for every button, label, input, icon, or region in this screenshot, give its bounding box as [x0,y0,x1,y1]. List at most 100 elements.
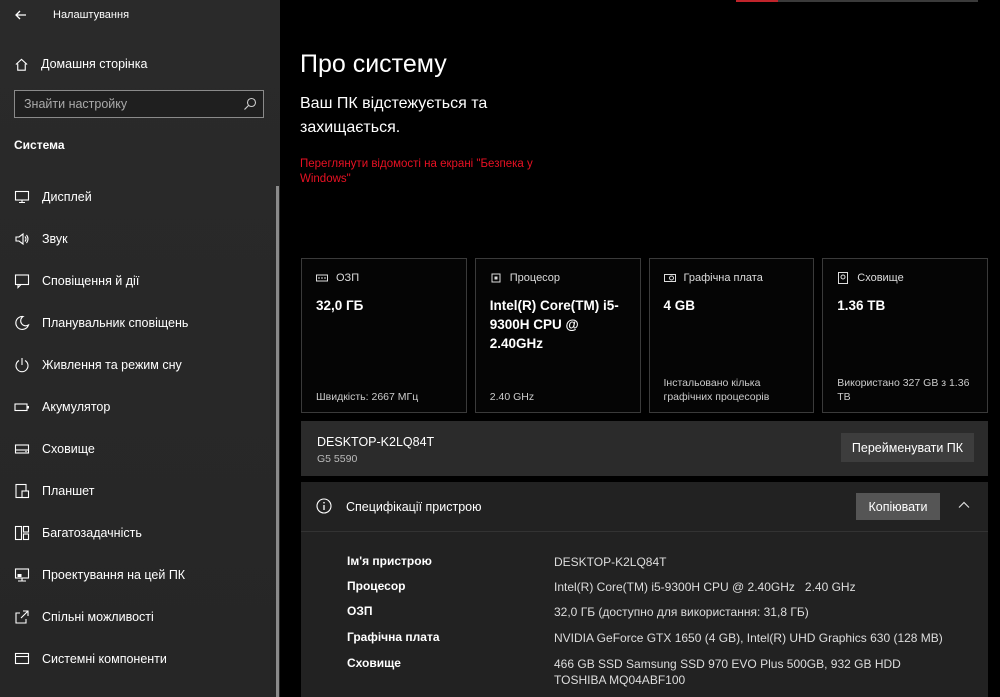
chevron-up-icon[interactable] [957,498,971,512]
window-accent-bar-dark [778,0,978,2]
search-input[interactable] [15,91,253,117]
device-specs-panel: Специфікації пристрою Копіювати Ім'я при… [301,482,988,697]
info-icon [316,498,332,514]
protection-status: Ваш ПК відстежується та захищається. [300,95,488,136]
spec-key: ОЗП [347,604,373,618]
sidebar-item-display[interactable]: Дисплей [0,176,270,218]
storage-icon [14,444,30,454]
card-value: Intel(R) Core(TM) i5-9300H CPU @ 2.40GHz [489,298,619,351]
spec-value: DESKTOP-K2LQ84T [554,555,667,569]
card-title: Графічна плата [683,272,763,284]
gpu-icon [663,274,676,282]
page-title: Про систему [300,50,447,78]
sidebar-item-label: Багатозадачність [42,526,142,540]
spec-value: 466 GB SSD Samsung SSD 970 EVO Plus 500G… [554,657,901,687]
projection-icon [14,568,30,582]
sidebar-item-label: Планшет [42,484,95,498]
card-footer: Швидкість: 2667 МГц [316,391,419,403]
copy-button[interactable]: Копіювати [856,493,940,520]
components-icon [14,652,30,665]
card-value: 1.36 TB [837,298,886,313]
sidebar-item-tablet[interactable]: Планшет [0,470,270,512]
sidebar-item-projecting[interactable]: Проектування на цей ПК [0,554,270,596]
title-bar: Налаштування [0,0,280,30]
speaker-icon [15,232,29,246]
multitask-icon [14,525,30,541]
card-footer: 2.40 GHz [489,391,535,403]
rename-pc-button[interactable]: Перейменувати ПК [841,433,974,462]
card-title: Процесор [509,272,561,284]
shared-icon [15,610,29,624]
battery-icon [14,403,29,412]
card-value: 32,0 ГБ [316,298,364,313]
search-box[interactable] [14,90,264,118]
sidebar-item-label: Проектування на цей ПК [42,568,186,582]
sidebar-item-label: Спільні можливості [42,610,154,624]
sidebar-item-multitasking[interactable]: Багатозадачність [0,512,270,554]
pc-name-panel: DESKTOP-K2LQ84T G5 5590 Перейменувати ПК [301,421,988,476]
card-header: Графічна плата [663,272,763,284]
spec-key: Сховище [347,656,401,670]
section-title: Система [14,138,65,152]
sidebar-item-label: Системні компоненти [42,652,167,666]
window-accent-bar [736,0,778,2]
sidebar-item-focus-assist[interactable]: Планувальник сповіщень [0,302,270,344]
ram-icon [316,274,328,282]
spec-key: Графічна плата [347,630,440,644]
sidebar-item-label: Сховище [42,442,95,456]
display-icon [14,190,30,204]
card-processor: Процесор Intel(R) Core(TM) i5-9300H CPU … [474,258,641,413]
spec-key: Ім'я пристрою [347,554,432,568]
power-icon [15,358,29,373]
card-ram: ОЗП 32,0 ГБ Швидкість: 2667 МГц [301,258,467,413]
card-footer: Інстальовано кілька графічних процесорів [663,377,770,403]
sidebar-item-label: Живлення та режим сну [42,358,182,372]
search-icon[interactable] [243,97,257,111]
device-name: DESKTOP-K2LQ84T [317,435,435,449]
card-graphics: Графічна плата 4 GB Інстальовано кілька … [648,258,815,413]
sidebar-item-label: Планувальник сповіщень [42,316,189,330]
sidebar-item-sound[interactable]: Звук [0,218,270,260]
sidebar: Налаштування Домашня сторінка Система Ди… [0,0,280,697]
home-icon [15,58,28,71]
back-arrow-icon[interactable] [12,6,30,24]
device-model: G5 5590 [317,453,358,465]
main-content: Про систему Ваш ПК відстежується та захи… [280,0,1000,697]
card-header: Сховище [837,272,904,284]
sidebar-item-label: Акумулятор [42,400,111,414]
card-footer: Використано 327 GB з 1.36 TB [837,377,970,403]
moon-icon [15,315,30,331]
app-title: Налаштування [53,9,130,21]
card-title: ОЗП [336,272,360,284]
tablet-icon [15,483,30,499]
spec-key: Процесор [347,579,406,593]
home-label: Домашня сторінка [41,57,148,71]
sidebar-item-shared-experiences[interactable]: Спільні можливості [0,596,270,638]
card-storage: Сховище 1.36 TB Використано 327 GB з 1.3… [822,258,988,413]
device-specs-title: Специфікації пристрою [346,500,482,514]
summary-cards: ОЗП 32,0 ГБ Швидкість: 2667 МГц Процесор… [301,258,988,413]
notification-icon [14,274,30,289]
sidebar-item-system-components[interactable]: Системні компоненти [0,638,270,680]
windows-security-link[interactable]: Переглянути відомості на екрані "Безпека… [300,157,580,187]
sidebar-item-power-sleep[interactable]: Живлення та режим сну [0,344,270,386]
sidebar-item-storage[interactable]: Сховище [0,428,270,470]
spec-value: NVIDIA GeForce GTX 1650 (4 GB), Intel(R)… [554,631,943,645]
card-header: Процесор [490,272,560,284]
spec-value: Intel(R) Core(TM) i5-9300H CPU @ 2.40GHz… [554,580,856,594]
sidebar-item-battery[interactable]: Акумулятор [0,386,270,428]
card-title: Сховище [857,272,904,284]
sidebar-nav: Дисплей Звук Сповіщення й дії Планувальн… [0,176,270,680]
disk-icon [838,272,849,284]
sidebar-item-label: Звук [42,232,68,246]
cpu-icon [491,273,501,283]
sidebar-item-label: Сповіщення й дії [42,274,140,288]
spec-value: 32,0 ГБ (доступно для використання: 31,8… [554,605,809,619]
card-value: 4 GB [663,298,696,313]
sidebar-item-notifications[interactable]: Сповіщення й дії [0,260,270,302]
sidebar-item-label: Дисплей [42,190,92,204]
card-header: ОЗП [316,272,359,284]
sidebar-scrollbar[interactable] [276,186,279,697]
device-specs-header[interactable]: Специфікації пристрою Копіювати [301,482,988,532]
home-link[interactable]: Домашня сторінка [14,54,147,74]
